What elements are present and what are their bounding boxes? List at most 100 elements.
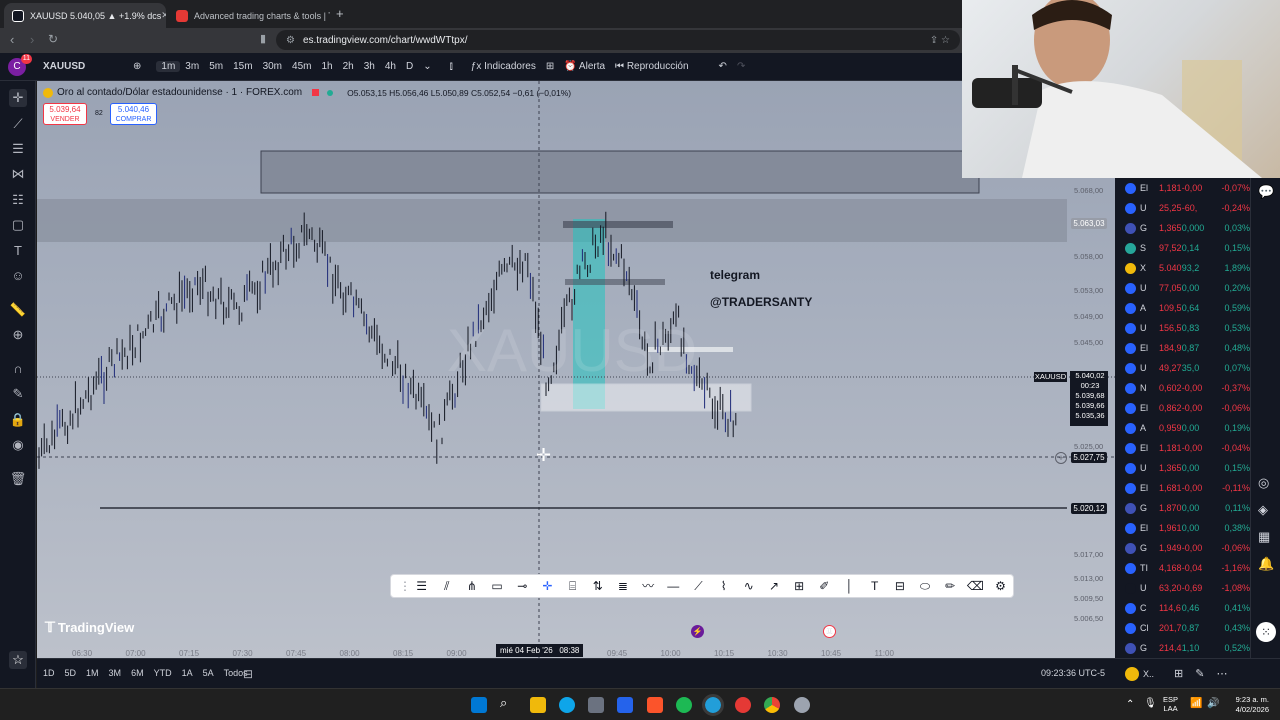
chart-title[interactable]: Oro al contado/Dólar estadounidense · 1 … <box>57 87 302 98</box>
forward-icon[interactable]: › <box>30 32 34 47</box>
vertical-line-icon[interactable]: │ <box>837 576 862 596</box>
menu-icon[interactable]: ☰ <box>409 576 434 596</box>
site-info-icon[interactable]: ⚙ <box>286 35 295 46</box>
interval-1m[interactable]: 1m <box>156 61 181 72</box>
layers-icon[interactable]: ◈ <box>1258 502 1268 518</box>
watchlist-row[interactable]: G 214,4 1,10 0,52% <box>1115 638 1250 658</box>
more-icon[interactable]: ⋯ <box>1216 667 1227 680</box>
crosshair-tool-icon[interactable]: ✛ <box>535 576 560 596</box>
watchlist-row[interactable]: El 1,181 -0,00 -0,04% <box>1115 438 1250 458</box>
alert-button[interactable]: ⏰ Alerta <box>559 61 610 72</box>
range-5D[interactable]: 5D <box>65 668 77 678</box>
share-icon[interactable]: ⇪ ☆ <box>930 35 950 46</box>
chrome-icon[interactable] <box>764 697 780 713</box>
tray-chevron-icon[interactable]: ⌃ <box>1126 699 1134 710</box>
emoji-icon[interactable]: ☺ <box>9 267 27 285</box>
long-position-icon[interactable]: ⇅ <box>585 576 610 596</box>
app-icon[interactable] <box>617 697 633 713</box>
watchlist-row[interactable]: U 1,365 0,00 0,15% <box>1115 458 1250 478</box>
lock-icon[interactable]: 🔒 <box>9 411 27 429</box>
clock[interactable]: 9:23 a. m. 4/02/2026 <box>1225 695 1269 715</box>
horizontal-ray-icon[interactable]: ⊸ <box>510 576 535 596</box>
watchlist-row[interactable]: El 0,862 -0,00 -0,06% <box>1115 398 1250 418</box>
file-explorer-icon[interactable] <box>530 697 546 713</box>
economic-event-flag-icon[interactable]: 🇺 <box>823 625 836 638</box>
magnet-icon[interactable]: ∩ <box>9 360 27 378</box>
crosshair-icon[interactable]: ✛ <box>9 89 27 107</box>
range-6M[interactable]: 6M <box>131 668 144 678</box>
reload-icon[interactable]: ↻ <box>48 32 58 46</box>
annotation-handle[interactable]: @TRADERSANTY <box>710 295 812 309</box>
interval-dropdown-icon[interactable]: ⌄ <box>418 61 436 72</box>
range-5A[interactable]: 5A <box>203 668 214 678</box>
buy-button[interactable]: 5.040,46 COMPRAR <box>110 103 157 125</box>
shapes-icon[interactable]: ▢ <box>9 216 27 234</box>
eye-icon[interactable]: ◉ <box>9 436 27 454</box>
add-alert-icon[interactable]: + <box>1055 452 1067 464</box>
tab-advanced-charts[interactable]: Advanced trading charts & tools | Tra ✕ <box>168 3 330 28</box>
bookmark-icon[interactable]: ▮ <box>260 32 266 45</box>
compare-icon[interactable]: ⊕ <box>128 61 146 72</box>
replay-button[interactable]: ⏮ Reproducción <box>610 61 694 72</box>
ruler-icon[interactable]: 📏 <box>9 301 27 319</box>
text-icon[interactable]: T <box>9 242 27 260</box>
settings-icon[interactable]: ⚙ <box>988 576 1013 596</box>
indicators-button[interactable]: ƒx Indicadores <box>466 61 541 72</box>
event-lightning-icon[interactable]: ⚡ <box>691 625 704 638</box>
drag-handle-icon[interactable]: ⋮ <box>399 576 411 596</box>
undo-icon[interactable]: ↶ <box>714 61 732 72</box>
interval-4h[interactable]: 4h <box>380 61 401 72</box>
watchlist-row[interactable]: C 114,6 0,46 0,41% <box>1115 598 1250 618</box>
avatar[interactable]: C 11 <box>8 53 32 76</box>
symbol-search[interactable]: XAUUSD <box>38 61 128 72</box>
notification-bell-icon[interactable]: 🔔 <box>1258 556 1274 572</box>
calendar-icon[interactable]: ⊟ <box>243 667 253 681</box>
watchlist-row[interactable]: G 1,870 0,00 0,11% <box>1115 498 1250 518</box>
redo-icon[interactable]: ↷ <box>732 61 750 72</box>
edit-icon[interactable]: ✎ <box>1195 667 1204 680</box>
symbol-short[interactable]: X.. <box>1143 669 1154 679</box>
trendline-icon[interactable]: ⟋ <box>9 115 27 133</box>
target-icon[interactable]: ◎ <box>1258 475 1269 491</box>
watchlist-row[interactable]: N 0,602 -0,00 -0,37% <box>1115 378 1250 398</box>
chart-type-icon[interactable]: ⫾ <box>445 61 458 72</box>
measure-icon[interactable]: ⊞ <box>787 576 812 596</box>
table-icon[interactable]: ⊟ <box>887 576 912 596</box>
interval-3m[interactable]: 3m <box>180 61 204 72</box>
gold-icon[interactable] <box>1125 666 1139 681</box>
favorites-star-icon[interactable]: ☆ <box>9 651 27 669</box>
watchlist-row[interactable]: A 0,959 0,00 0,19% <box>1115 418 1250 438</box>
close-tab-icon[interactable]: ✕ <box>161 10 166 21</box>
rectangle-icon[interactable]: ▭ <box>485 576 510 596</box>
trend-line-icon[interactable]: ⟋ <box>686 576 711 596</box>
microphone-icon[interactable]: 🎙 <box>1144 698 1157 709</box>
range-1M[interactable]: 1M <box>86 668 99 678</box>
watchlist-row[interactable]: G 1,949 -0,00 -0,06% <box>1115 538 1250 558</box>
spotify-icon[interactable] <box>676 697 692 713</box>
chat-icon[interactable]: 💬 <box>1258 184 1274 200</box>
watchlist-row[interactable]: U 25,25 -60, -0,24% <box>1115 198 1250 218</box>
interval-45m[interactable]: 45m <box>287 61 316 72</box>
range-YTD[interactable]: YTD <box>154 668 172 678</box>
curve-icon[interactable]: ∿ <box>736 576 761 596</box>
interval-1h[interactable]: 1h <box>316 61 337 72</box>
path-icon[interactable]: ⌇ <box>711 576 736 596</box>
tab-xauusd[interactable]: XAUUSD 5.040,05 ▲ +1.9% dcs ✕ <box>4 3 166 28</box>
watchlist-row[interactable]: El 1,681 -0,00 -0,11% <box>1115 478 1250 498</box>
fib-icon[interactable]: ☰ <box>9 140 27 158</box>
annotation-telegram[interactable]: telegram <box>710 268 760 282</box>
interval-3h[interactable]: 3h <box>359 61 380 72</box>
watchlist-row[interactable]: A 109,5 0,64 0,59% <box>1115 298 1250 318</box>
calendar-side-icon[interactable]: ▦ <box>1258 529 1270 545</box>
watchlist-row[interactable]: U 63,20 -0,69 -1,08% <box>1115 578 1250 598</box>
telegram-icon[interactable] <box>702 694 724 716</box>
back-icon[interactable]: ‹ <box>10 32 14 47</box>
utc-clock[interactable]: 09:23:36 UTC-5 <box>1041 668 1105 678</box>
language-indicator[interactable]: ESP LAA <box>1163 695 1178 713</box>
range-1A[interactable]: 1A <box>182 668 193 678</box>
watchlist-row[interactable]: El 184,9 0,87 0,48% <box>1115 338 1250 358</box>
sell-button[interactable]: 5.039,64 VENDER <box>43 103 87 125</box>
new-tab-button[interactable]: + <box>336 6 344 21</box>
brush-icon[interactable]: ✐ <box>812 576 837 596</box>
range-3M[interactable]: 3M <box>109 668 122 678</box>
